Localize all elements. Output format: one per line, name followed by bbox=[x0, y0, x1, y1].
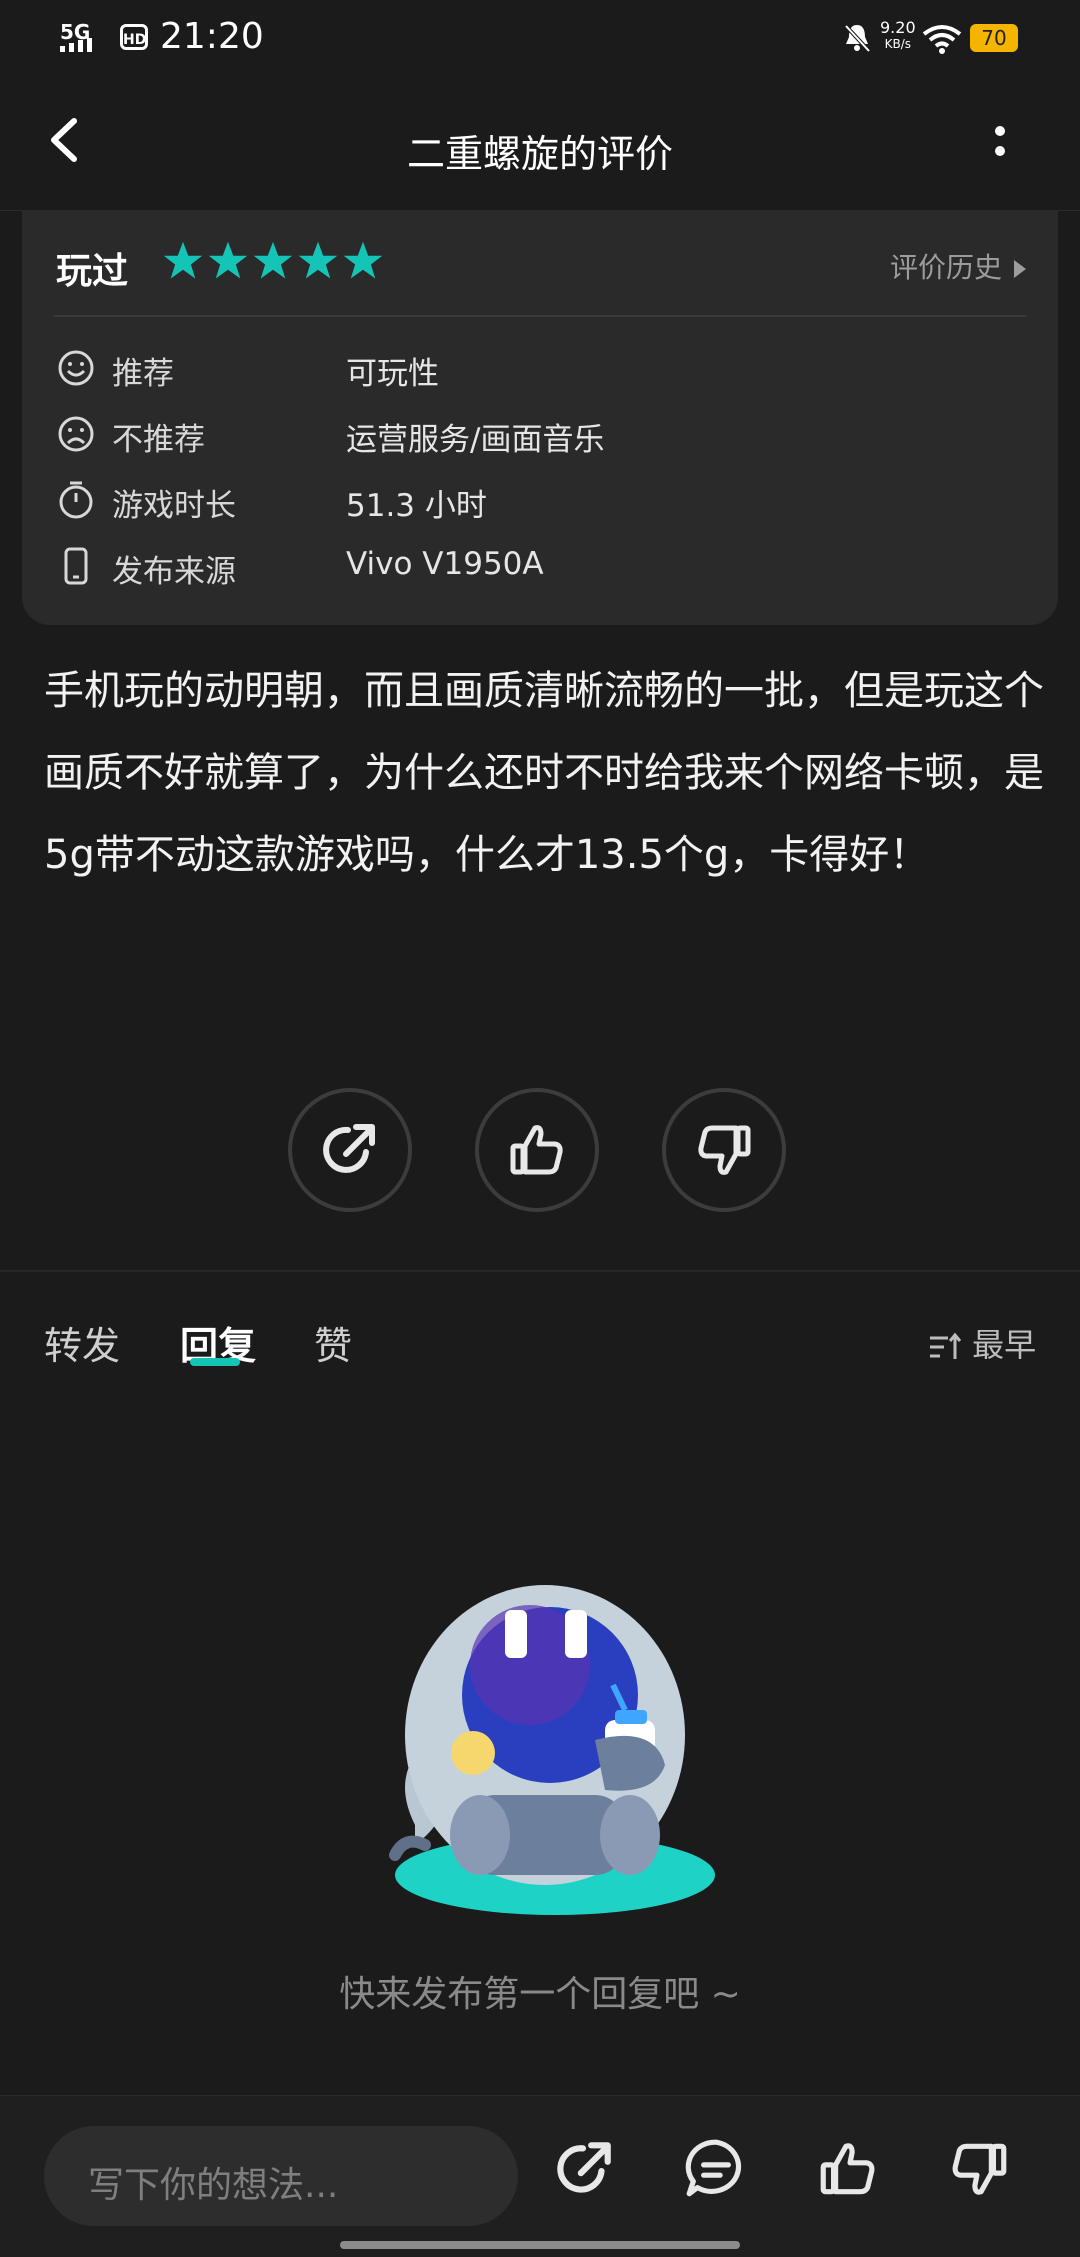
tab-likes[interactable]: 赞 bbox=[314, 1315, 352, 1370]
row-value: 可玩性 bbox=[346, 356, 439, 392]
review-history-link[interactable]: 评价历史 bbox=[890, 246, 1026, 286]
sort-button[interactable]: 最早 bbox=[928, 1320, 1036, 1366]
battery-indicator: 70 bbox=[970, 24, 1018, 52]
thumbs-up-icon bbox=[510, 1125, 563, 1175]
empty-state-message: 快来发布第一个回复吧 ~ bbox=[339, 1974, 741, 2015]
mute-bell-icon bbox=[844, 24, 871, 53]
signal-icon bbox=[60, 38, 92, 52]
thumbs-up-icon[interactable] bbox=[815, 2136, 881, 2202]
info-row-playtime: 游戏时长 51.3 小时 bbox=[56, 472, 1016, 524]
phone-icon bbox=[64, 547, 88, 585]
played-label: 玩过 bbox=[56, 251, 129, 292]
review-text: 手机玩的动明朝，而且画质清晰流畅的一批，但是玩这个画质不好就算了，为什么还时不时… bbox=[44, 668, 1044, 878]
star-icon bbox=[208, 241, 248, 279]
row-value: Vivo V1950A bbox=[346, 546, 544, 582]
star-icon bbox=[298, 241, 338, 279]
row-label: 发布来源 bbox=[112, 554, 236, 590]
share-icon[interactable] bbox=[552, 2136, 618, 2202]
astronaut-mascot-illustration bbox=[389, 1585, 715, 1915]
share-icon bbox=[323, 1124, 375, 1173]
row-label: 推荐 bbox=[112, 356, 174, 392]
comment-input[interactable]: 写下你的想法... bbox=[44, 2126, 518, 2226]
status-bar: 5G HD 21:20 9.20 KB/s 70 bbox=[0, 0, 1080, 75]
smile-icon bbox=[58, 350, 94, 386]
triangle-right-icon bbox=[1014, 260, 1026, 278]
thumbs-down-icon[interactable] bbox=[946, 2136, 1012, 2202]
divider bbox=[54, 315, 1026, 317]
more-options-icon[interactable] bbox=[980, 115, 1020, 171]
star-icon bbox=[163, 241, 203, 279]
star-icon bbox=[253, 241, 293, 279]
section-divider bbox=[0, 1270, 1080, 1272]
home-indicator[interactable] bbox=[340, 2241, 740, 2249]
review-summary-card: 玩过 评价历史 推荐 可玩性 不推荐 运营服务/画面音乐 游戏时长 51.3 小… bbox=[22, 210, 1058, 625]
info-row-not-recommend: 不推荐 运营服务/画面音乐 bbox=[56, 406, 1016, 458]
row-value: 运营服务/画面音乐 bbox=[346, 422, 605, 458]
wifi-icon bbox=[922, 25, 962, 54]
frown-icon bbox=[58, 416, 94, 452]
like-button[interactable] bbox=[475, 1088, 599, 1212]
bottom-action-bar: 写下你的想法... bbox=[0, 2095, 1080, 2257]
tab-repost[interactable]: 转发 bbox=[44, 1315, 120, 1370]
rating-stars bbox=[162, 240, 387, 280]
dislike-button[interactable] bbox=[662, 1088, 786, 1212]
page-title: 二重螺旋的评价 bbox=[406, 132, 673, 176]
top-bar: 二重螺旋的评价 bbox=[0, 75, 1080, 211]
info-row-source: 发布来源 Vivo V1950A bbox=[56, 538, 1016, 590]
thumbs-down-icon bbox=[698, 1125, 751, 1175]
timer-icon bbox=[59, 481, 93, 519]
hd-icon: HD bbox=[120, 24, 148, 50]
row-label: 不推荐 bbox=[112, 422, 205, 458]
comment-icon[interactable] bbox=[683, 2136, 749, 2202]
comment-input-placeholder: 写下你的想法... bbox=[88, 2165, 339, 2206]
info-row-recommend: 推荐 可玩性 bbox=[56, 340, 1016, 392]
sort-icon bbox=[930, 1332, 962, 1359]
row-label: 游戏时长 bbox=[112, 488, 236, 524]
net-speed: 9.20 KB/s bbox=[880, 18, 916, 52]
row-value: 51.3 小时 bbox=[346, 488, 487, 524]
star-icon bbox=[343, 241, 383, 279]
active-tab-indicator bbox=[190, 1358, 240, 1366]
share-button[interactable] bbox=[288, 1088, 412, 1212]
clock: 21:20 bbox=[160, 16, 264, 57]
